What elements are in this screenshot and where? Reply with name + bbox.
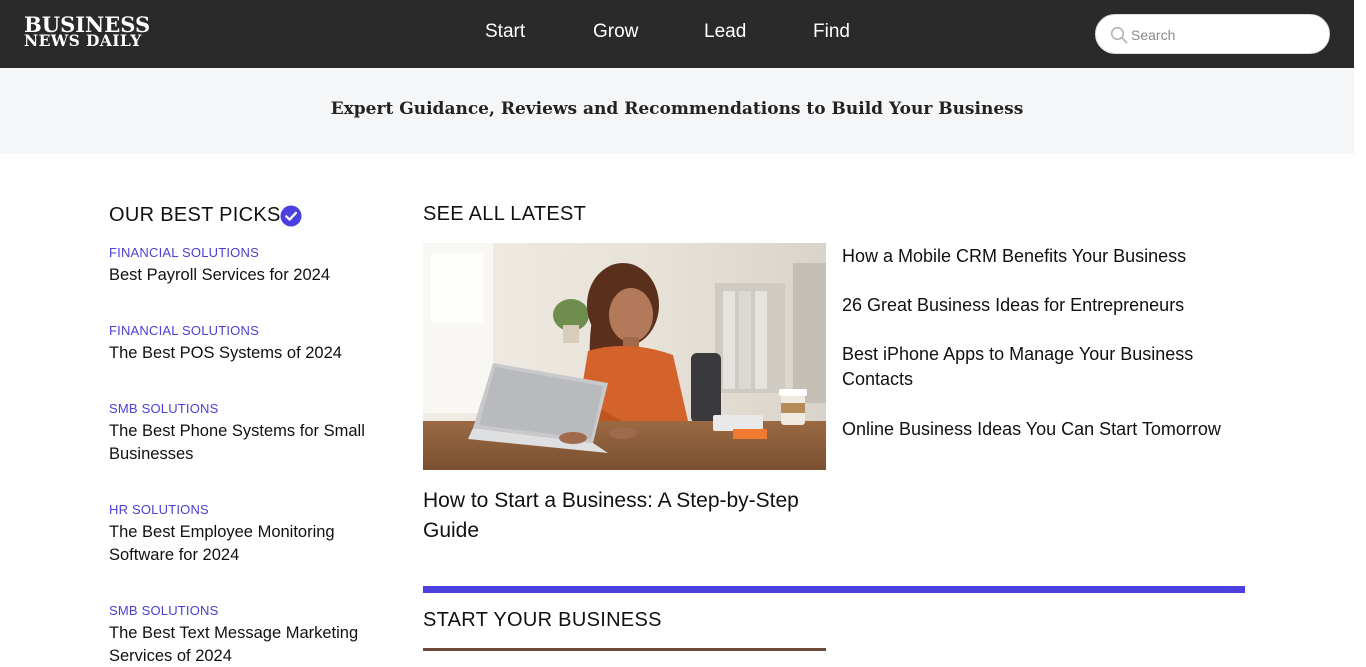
woman-laptop-photo bbox=[423, 243, 826, 470]
pick-category[interactable]: SMB SOLUTIONS bbox=[109, 603, 384, 619]
feature-article-image[interactable] bbox=[423, 243, 826, 470]
search-input[interactable] bbox=[1131, 23, 1316, 47]
nav-grow[interactable]: Grow bbox=[593, 21, 638, 43]
best-pick-item[interactable]: SMB SOLUTIONS The Best Text Message Mark… bbox=[109, 603, 384, 667]
tagline-text: Expert Guidance, Reviews and Recommendat… bbox=[330, 99, 1024, 119]
best-pick-item[interactable]: HR SOLUTIONS The Best Employee Monitorin… bbox=[109, 502, 384, 566]
pick-title[interactable]: The Best Employee Monitoring Software fo… bbox=[109, 521, 384, 566]
pick-title[interactable]: The Best POS Systems of 2024 bbox=[109, 342, 384, 365]
search-icon[interactable] bbox=[1110, 26, 1128, 44]
nav-start[interactable]: Start bbox=[485, 21, 525, 43]
latest-article-link[interactable]: 26 Great Business Ideas for Entrepreneur… bbox=[842, 293, 1242, 318]
pick-title[interactable]: Best Payroll Services for 2024 bbox=[109, 264, 384, 287]
latest-article-link[interactable]: How a Mobile CRM Benefits Your Business bbox=[842, 244, 1242, 269]
nav-find[interactable]: Find bbox=[813, 21, 850, 43]
best-pick-item[interactable]: SMB SOLUTIONS The Best Phone Systems for… bbox=[109, 401, 384, 465]
best-pick-item[interactable]: FINANCIAL SOLUTIONS The Best POS Systems… bbox=[109, 323, 384, 365]
pick-category[interactable]: HR SOLUTIONS bbox=[109, 502, 384, 518]
tagline-banner: Expert Guidance, Reviews and Recommendat… bbox=[0, 68, 1354, 154]
best-picks-heading: OUR BEST PICKS bbox=[109, 204, 281, 226]
nav-lead[interactable]: Lead bbox=[704, 21, 746, 43]
pick-category[interactable]: FINANCIAL SOLUTIONS bbox=[109, 323, 384, 339]
latest-article-link[interactable]: Online Business Ideas You Can Start Tomo… bbox=[842, 417, 1242, 442]
pick-category[interactable]: SMB SOLUTIONS bbox=[109, 401, 384, 417]
latest-article-link[interactable]: Best iPhone Apps to Manage Your Business… bbox=[842, 342, 1242, 392]
see-all-latest-link[interactable]: SEE ALL LATEST bbox=[423, 203, 586, 226]
site-header: BUSINESS NEWS DAILY Start Grow Lead Find bbox=[0, 0, 1354, 68]
pick-title[interactable]: The Best Text Message Marketing Services… bbox=[109, 622, 384, 667]
feature-article-headline[interactable]: How to Start a Business: A Step-by-Step … bbox=[423, 486, 833, 546]
search-box[interactable] bbox=[1095, 14, 1330, 54]
verified-check-icon bbox=[280, 205, 302, 227]
section-divider bbox=[423, 586, 1245, 593]
start-your-business-heading[interactable]: START YOUR BUSINESS bbox=[423, 609, 662, 632]
best-pick-item[interactable]: FINANCIAL SOLUTIONS Best Payroll Service… bbox=[109, 245, 384, 287]
pick-category[interactable]: FINANCIAL SOLUTIONS bbox=[109, 245, 384, 261]
pick-title[interactable]: The Best Phone Systems for Small Busines… bbox=[109, 420, 384, 465]
